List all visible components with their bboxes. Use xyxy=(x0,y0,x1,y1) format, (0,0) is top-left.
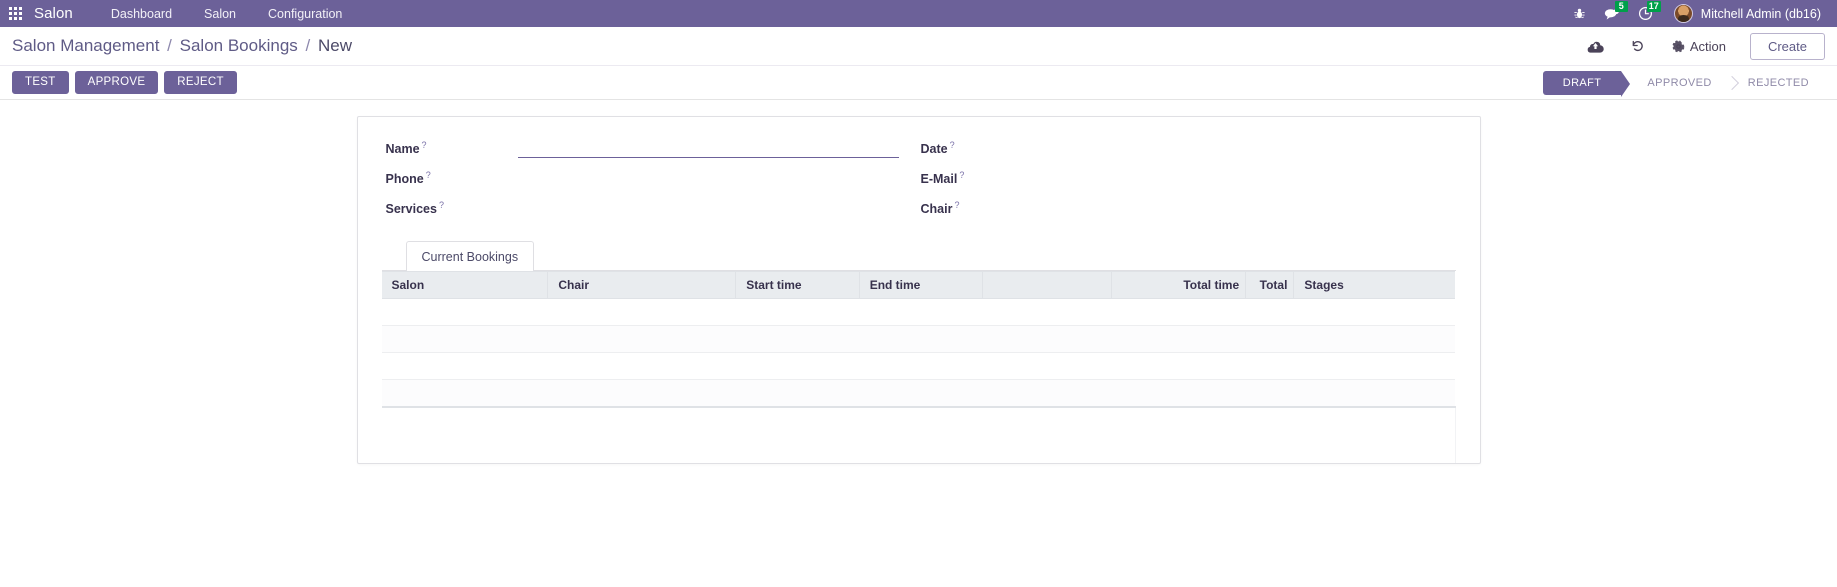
test-button[interactable]: TEST xyxy=(12,70,69,95)
control-panel-actions: Action Create xyxy=(1574,31,1825,61)
breadcrumb-separator: / xyxy=(167,36,172,55)
notebook: Current Bookings Salon Chair Start time xyxy=(381,241,1456,463)
create-button[interactable]: Create xyxy=(1749,32,1825,60)
stage-approved[interactable]: APPROVED xyxy=(1621,71,1727,95)
tab-current-bookings[interactable]: Current Bookings xyxy=(405,241,535,271)
field-label-chair: Chair? xyxy=(920,200,960,217)
field-label-name: Name? xyxy=(385,140,427,157)
form-fields: Name? Phone? Services ? Date ? E-Mail ? … xyxy=(382,133,1456,227)
gear-icon xyxy=(1672,39,1685,52)
table-footer xyxy=(381,405,1456,463)
help-icon[interactable]: ? xyxy=(439,200,444,210)
column-header-total[interactable]: Total xyxy=(1245,271,1295,299)
form-sheet: Name? Phone? Services ? Date ? E-Mail ? … xyxy=(356,116,1481,464)
menu-item-dashboard[interactable]: Dashboard xyxy=(95,0,188,27)
column-header-start-time[interactable]: Start time xyxy=(735,271,860,299)
navbar-right-tools: 5 17 Mitchell Admin (db16) xyxy=(1564,0,1825,27)
column-header-stages[interactable]: Stages xyxy=(1293,271,1455,299)
status-action-buttons: TEST APPROVE REJECT xyxy=(12,70,237,95)
cloud-upload-icon[interactable] xyxy=(1574,31,1617,61)
name-input[interactable] xyxy=(517,137,899,158)
breadcrumb-item-current: New xyxy=(317,36,352,55)
form-column-left: Name? Phone? Services ? xyxy=(386,137,921,227)
menu-item-configuration[interactable]: Configuration xyxy=(252,0,358,27)
column-header-salon[interactable]: Salon xyxy=(381,271,549,299)
clock-icon[interactable]: 17 xyxy=(1629,0,1662,27)
bookings-table: Salon Chair Start time End time Total ti… xyxy=(381,271,1456,463)
bug-icon[interactable] xyxy=(1564,0,1595,27)
avatar xyxy=(1673,4,1693,23)
field-services: Services? xyxy=(386,197,921,227)
help-icon[interactable]: ? xyxy=(422,140,427,150)
field-email: E-Mail? xyxy=(921,167,1456,197)
table-row[interactable] xyxy=(381,352,1455,380)
username-label: Mitchell Admin (db16) xyxy=(1700,6,1821,21)
notebook-tabs: Current Bookings xyxy=(381,241,1456,271)
email-input[interactable] xyxy=(1052,167,1434,188)
breadcrumb-item-parent[interactable]: Salon Bookings xyxy=(180,36,298,55)
form-view-body: Name? Phone? Services ? Date ? E-Mail ? … xyxy=(0,100,1837,587)
help-icon[interactable]: ? xyxy=(959,170,964,180)
apps-grid-icon[interactable] xyxy=(0,7,30,20)
chair-input[interactable] xyxy=(1052,197,1434,218)
action-label: Action xyxy=(1689,38,1726,54)
column-header-total-time[interactable]: Total time xyxy=(1111,271,1247,299)
help-icon[interactable]: ? xyxy=(950,140,955,150)
table-body xyxy=(381,298,1455,407)
column-header-end-time[interactable]: End time xyxy=(859,271,984,299)
undo-arrow-icon[interactable] xyxy=(1617,31,1658,61)
menu-item-salon[interactable]: Salon xyxy=(188,0,252,27)
breadcrumb-item-root[interactable]: Salon Management xyxy=(12,36,159,55)
reject-button[interactable]: REJECT xyxy=(164,70,237,95)
field-label-email: E-Mail? xyxy=(920,170,965,187)
breadcrumb-separator: / xyxy=(305,36,311,55)
field-label-services: Services? xyxy=(385,200,444,217)
status-pipeline: DRAFT APPROVED REJECTED xyxy=(1542,70,1825,97)
chat-bubble-icon[interactable]: 5 xyxy=(1595,0,1629,27)
field-label-phone: Phone? xyxy=(385,170,431,187)
column-header-chair[interactable]: Chair xyxy=(547,271,737,299)
column-header-blank[interactable] xyxy=(982,271,1112,299)
table-footer-cell xyxy=(381,405,1456,463)
field-name: Name? xyxy=(386,137,921,167)
help-icon[interactable]: ? xyxy=(954,200,959,210)
top-navbar: Salon Dashboard Salon Configuration 5 17… xyxy=(0,0,1837,27)
action-menu-button[interactable]: Action xyxy=(1658,31,1740,61)
phone-input[interactable] xyxy=(517,167,899,188)
control-panel: Salon Management / Salon Bookings / New xyxy=(0,27,1837,100)
form-column-right: Date? E-Mail? Chair ? xyxy=(921,137,1456,227)
approve-button[interactable]: APPROVE xyxy=(74,70,159,95)
date-input[interactable] xyxy=(1052,137,1434,158)
app-brand-salon[interactable]: Salon xyxy=(30,5,95,22)
activities-badge: 17 xyxy=(1646,1,1661,12)
user-menu[interactable]: Mitchell Admin (db16) xyxy=(1662,0,1825,27)
field-phone: Phone? xyxy=(386,167,921,197)
services-input[interactable] xyxy=(517,197,899,218)
table-header-row: Salon Chair Start time End time Total ti… xyxy=(381,271,1455,299)
main-menu: Dashboard Salon Configuration xyxy=(95,0,359,27)
breadcrumb: Salon Management / Salon Bookings / New xyxy=(12,36,352,56)
messages-badge: 5 xyxy=(1614,1,1628,12)
field-label-date: Date? xyxy=(920,140,955,157)
field-date: Date? xyxy=(921,137,1456,167)
table-row[interactable] xyxy=(381,325,1455,353)
table-row[interactable] xyxy=(381,379,1455,407)
stage-rejected[interactable]: REJECTED xyxy=(1728,71,1825,95)
field-chair: Chair? xyxy=(921,197,1456,227)
help-icon[interactable]: ? xyxy=(426,170,431,180)
table-row[interactable] xyxy=(381,298,1455,326)
stage-draft[interactable]: DRAFT xyxy=(1542,70,1631,97)
